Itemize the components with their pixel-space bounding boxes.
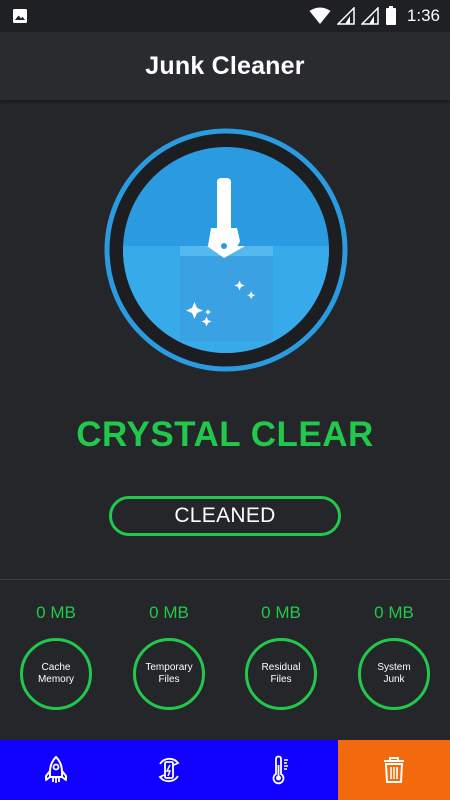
- broom-in-glass-icon: [104, 128, 348, 372]
- stat-label: Cache Memory: [37, 662, 75, 685]
- app-bar: Junk Cleaner: [0, 32, 450, 100]
- stat-circle[interactable]: Cache Memory: [20, 638, 92, 710]
- battery-saver-icon: [158, 757, 180, 783]
- battery-icon: [385, 6, 396, 25]
- divider: [0, 579, 450, 580]
- stat-system-junk: 0 MB System Junk: [338, 600, 450, 710]
- bottom-nav: [0, 740, 450, 800]
- nav-junk-cleaner[interactable]: [337, 740, 450, 800]
- gallery-icon: [13, 9, 27, 23]
- stat-cache-memory: 0 MB Cache Memory: [0, 600, 112, 710]
- page-title: Junk Cleaner: [145, 51, 305, 80]
- trash-icon: [383, 757, 404, 783]
- junk-stats: 0 MB Cache Memory 0 MB Temporary Files 0…: [0, 600, 450, 720]
- junk-cleaner-screen: 1:36 Junk Cleaner CRYSTAL CLEAR CLEANED …: [0, 0, 450, 800]
- stat-value: 0 MB: [374, 603, 414, 622]
- wifi-icon: [309, 7, 331, 24]
- thermometer-icon: [272, 755, 289, 785]
- nav-cpu-cooler[interactable]: [225, 740, 338, 800]
- stat-value: 0 MB: [36, 603, 76, 622]
- stat-label: System Junk: [377, 662, 411, 685]
- cleaned-button[interactable]: CLEANED: [109, 496, 341, 536]
- signal-icon: [336, 7, 355, 25]
- stat-circle[interactable]: Temporary Files: [133, 638, 205, 710]
- rocket-icon: [45, 755, 68, 783]
- status-time: 1:36: [406, 6, 440, 25]
- stat-temporary-files: 0 MB Temporary Files: [113, 600, 225, 710]
- nav-boost[interactable]: [0, 740, 113, 800]
- stat-circle[interactable]: Residual Files: [245, 638, 317, 710]
- signal-icon: [360, 7, 379, 25]
- stat-circle[interactable]: System Junk: [358, 638, 430, 710]
- stat-residual-files: 0 MB Residual Files: [225, 600, 337, 710]
- stat-value: 0 MB: [149, 603, 189, 622]
- stat-label: Residual Files: [261, 662, 301, 685]
- stat-label: Temporary Files: [145, 662, 193, 685]
- status-bar: 1:36: [0, 0, 450, 32]
- nav-battery-saver[interactable]: [112, 740, 225, 800]
- clean-status-text: CRYSTAL CLEAR: [76, 415, 374, 454]
- status-icons: 1:36: [309, 0, 440, 32]
- stat-value: 0 MB: [261, 603, 301, 622]
